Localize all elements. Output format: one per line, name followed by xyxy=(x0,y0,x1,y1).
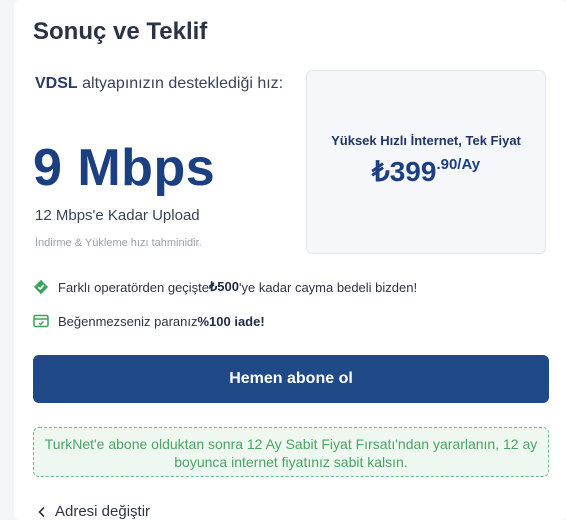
offer-price: ₺399.90/Ay xyxy=(307,155,545,188)
page-title: Sonuç ve Teklif xyxy=(33,18,208,45)
speed-description: VDSL altyapınızın desteklediği hız: xyxy=(35,72,285,96)
speed-note: İndirme & Yükleme hızı tahminidir. xyxy=(35,237,202,249)
change-address-link[interactable]: Adresi değiştir xyxy=(37,503,150,520)
offer-label: Yüksek Hızlı İnternet, Tek Fiyat xyxy=(331,133,521,148)
chevron-left-icon xyxy=(37,506,47,518)
card-check-icon xyxy=(33,313,49,329)
diamond-icon xyxy=(33,279,49,295)
perk-text-bold: ₺500 xyxy=(209,279,239,294)
info-banner: TurkNet'e abone olduktan sonra 12 Ay Sab… xyxy=(33,427,549,477)
perk-item-cancellation: Farklı operatörden geçişte ₺500'ye kadar… xyxy=(33,279,417,295)
perk-text-post: 'ye kadar cayma bedeli bizden! xyxy=(239,279,418,295)
price-suffix: .90/Ay xyxy=(436,156,481,173)
perk-item-refund: Beğenmezseniz paranız %100 iade! xyxy=(33,313,265,329)
upload-speed: 12 Mbps'e Kadar Upload xyxy=(35,207,200,224)
perk-text-pre: Beğenmezseniz paranız xyxy=(58,313,198,329)
perk-text-bold: %100 iade! xyxy=(197,313,265,329)
speed-value: 9 Mbps xyxy=(33,139,216,197)
speed-description-text: altyapınızın desteklediği hız: xyxy=(77,75,284,92)
subscribe-button[interactable]: Hemen abone ol xyxy=(33,355,549,403)
price-box: Yüksek Hızlı İnternet, Tek Fiyat ₺399.90… xyxy=(306,70,546,254)
tech-label: VDSL xyxy=(35,75,78,92)
change-address-label: Adresi değiştir xyxy=(55,503,151,520)
price-main: ₺399 xyxy=(371,156,437,187)
perk-text-pre: Farklı operatörden geçişte xyxy=(58,279,210,295)
